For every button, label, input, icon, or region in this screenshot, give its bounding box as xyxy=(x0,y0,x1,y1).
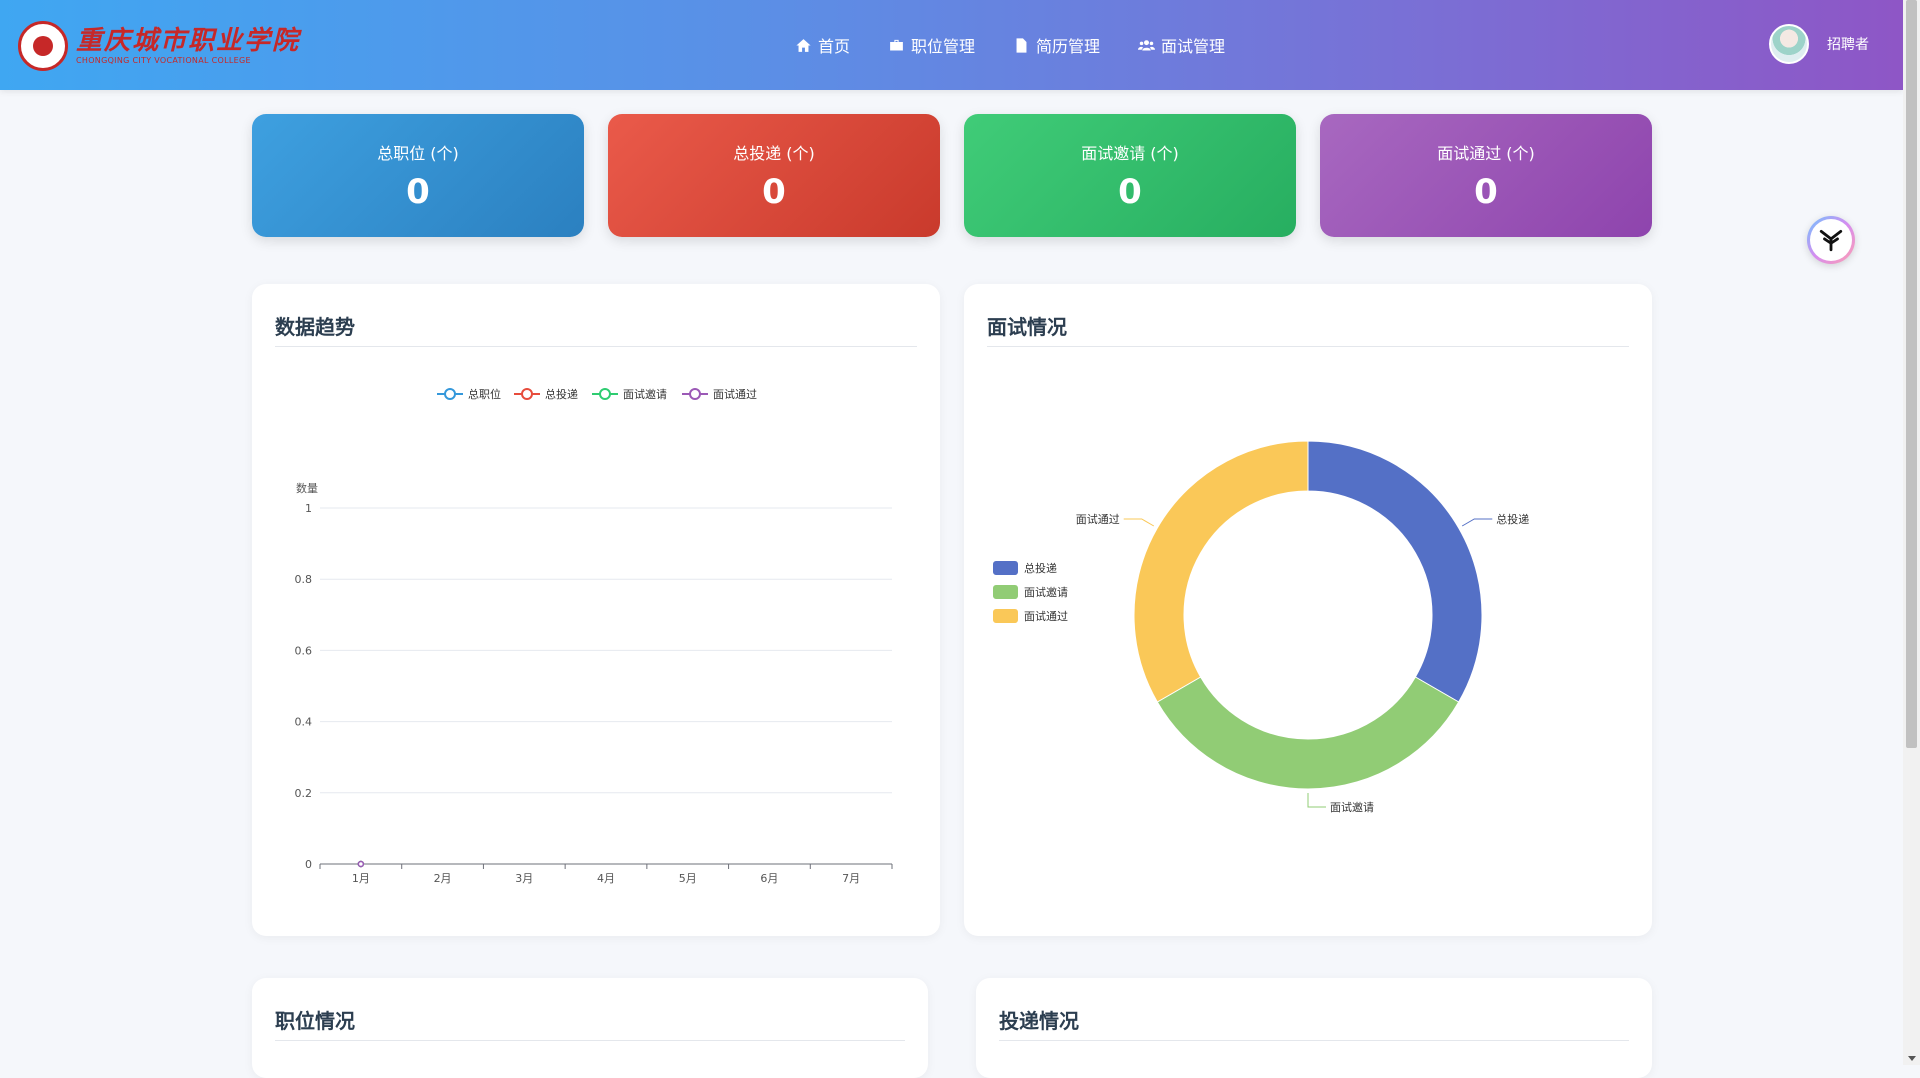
y-axis-label: 数量 xyxy=(296,482,318,495)
x-tick-label: 7月 xyxy=(842,872,860,885)
interview-panel: 面试情况 总投递 面试邀请 面试通过 总投递 面试邀请 面试通过 xyxy=(964,284,1652,936)
panel-title: 职位情况 xyxy=(275,1009,355,1033)
legend-item: 总投递 xyxy=(993,561,1057,575)
stat-value: 0 xyxy=(1474,172,1498,212)
pie-slice xyxy=(1156,676,1460,790)
nav-item-label: 首页 xyxy=(818,37,851,56)
user-menu[interactable]: 招聘者 xyxy=(1769,24,1869,64)
college-logo[interactable]: 重庆城市职业学院 CHONGQING CITY VOCATIONAL COLLE… xyxy=(18,20,300,72)
stat-label: 总职位 (个) xyxy=(377,144,459,163)
label-leader-line xyxy=(1307,793,1326,808)
legend-label: 总职位 xyxy=(468,387,501,401)
legend-item: 面试邀请 xyxy=(592,387,667,401)
legend-label: 总投递 xyxy=(545,387,578,401)
nav-item-jobs[interactable]: 职位管理 xyxy=(888,30,975,60)
y-tick-label: 0.6 xyxy=(295,644,313,657)
panel-title: 面试情况 xyxy=(987,315,1067,339)
panel-title: 投递情况 xyxy=(999,1009,1079,1033)
stat-card-total-jobs: 总职位 (个) 0 xyxy=(252,114,584,237)
pie-slice xyxy=(1307,440,1483,703)
data-point xyxy=(357,860,365,868)
slice-label: 面试通过 xyxy=(1076,513,1120,526)
panel-divider xyxy=(275,346,917,347)
y-tick-label: 0 xyxy=(305,858,312,871)
x-tick-label: 6月 xyxy=(760,872,778,885)
stat-label: 总投递 (个) xyxy=(733,144,815,163)
legend-marker xyxy=(444,388,456,400)
x-tick-label: 1月 xyxy=(352,872,370,885)
legend-label: 面试邀请 xyxy=(623,387,667,401)
nav-item-home[interactable]: 首页 xyxy=(795,30,850,60)
legend-label: 总投递 xyxy=(1024,561,1057,575)
assistant-float-button[interactable] xyxy=(1807,216,1855,264)
legend-marker xyxy=(599,388,611,400)
stat-value: 0 xyxy=(762,172,786,212)
nav-item-resumes[interactable]: 简历管理 xyxy=(1013,30,1100,60)
logo-chinese-name: 重庆城市职业学院 xyxy=(76,26,301,56)
scrollbar-thumb[interactable] xyxy=(1906,0,1917,748)
scroll-down-arrow-icon[interactable] xyxy=(1908,1056,1916,1061)
x-tick-label: 5月 xyxy=(679,872,697,885)
panel-divider xyxy=(999,1040,1629,1041)
legend-swatch xyxy=(993,609,1018,623)
legend-item: 面试通过 xyxy=(682,388,757,401)
users-icon xyxy=(1138,39,1156,50)
y-tick-label: 0.2 xyxy=(295,787,313,800)
application-panel: 投递情况 xyxy=(976,978,1652,1078)
panel-title: 数据趋势 xyxy=(275,315,355,339)
legend-label: 面试邀请 xyxy=(1024,585,1068,599)
stat-label: 面试邀请 (个) xyxy=(1081,144,1179,163)
briefcase-icon xyxy=(890,39,903,50)
home-icon xyxy=(796,38,811,52)
stat-card-total-applications: 总投递 (个) 0 xyxy=(608,114,940,237)
label-leader-line xyxy=(1461,518,1493,527)
logo-english-name: CHONGQING CITY VOCATIONAL COLLEGE xyxy=(76,56,251,65)
interview-donut-chart[interactable]: 总投递面试邀请面试通过总投递面试邀请面试通过 xyxy=(964,364,1652,924)
legend-item: 面试通过 xyxy=(993,609,1068,623)
y-tick-label: 0.8 xyxy=(295,573,313,586)
top-navbar: 重庆城市职业学院 CHONGQING CITY VOCATIONAL COLLE… xyxy=(0,0,1903,90)
legend-item: 总投递 xyxy=(514,387,578,401)
avatar[interactable] xyxy=(1769,24,1809,64)
legend-marker xyxy=(521,388,533,400)
legend-swatch xyxy=(993,585,1018,599)
college-seal-icon xyxy=(18,21,68,71)
stat-value: 0 xyxy=(406,172,430,212)
nav-item-interviews[interactable]: 面试管理 xyxy=(1138,30,1225,60)
nav-item-label: 简历管理 xyxy=(1036,37,1101,56)
user-name: 招聘者 xyxy=(1827,37,1869,53)
panel-divider xyxy=(275,1040,905,1041)
stat-label: 面试通过 (个) xyxy=(1437,144,1535,163)
label-leader-line xyxy=(1123,518,1155,527)
slice-label: 总投递 xyxy=(1496,512,1529,526)
pie-slice xyxy=(1133,440,1309,703)
legend-item: 面试邀请 xyxy=(993,585,1068,599)
x-tick-label: 3月 xyxy=(515,872,533,885)
stat-card-interview-invites: 面试邀请 (个) 0 xyxy=(964,114,1296,237)
document-icon xyxy=(1016,37,1027,53)
legend-label: 面试通过 xyxy=(713,388,757,401)
scrollbar[interactable] xyxy=(1903,0,1920,1065)
stat-value: 0 xyxy=(1118,172,1142,212)
legend-label: 面试通过 xyxy=(1024,610,1068,623)
nav-item-label: 面试管理 xyxy=(1161,37,1226,56)
x-tick-label: 4月 xyxy=(597,872,615,885)
job-panel: 职位情况 xyxy=(252,978,928,1078)
legend-marker xyxy=(689,388,701,400)
slice-label: 面试邀请 xyxy=(1330,800,1374,814)
nav-item-label: 职位管理 xyxy=(911,37,976,56)
panel-divider xyxy=(987,346,1629,347)
trend-panel: 数据趋势 总职位 总投递 面试邀请 面试通过数量 0 0.2 0.4 0.6 0.8 1 1月 2月 3… xyxy=(252,284,940,936)
legend-swatch xyxy=(993,561,1018,575)
assistant-icon xyxy=(1819,229,1843,252)
legend-item: 总职位 xyxy=(437,387,501,401)
y-tick-label: 1 xyxy=(305,502,312,515)
x-tick-label: 2月 xyxy=(434,872,452,885)
stat-card-interview-passed: 面试通过 (个) 0 xyxy=(1320,114,1652,237)
trend-line-chart[interactable]: 总职位 总投递 面试邀请 面试通过数量 0 0.2 0.4 0.6 0.8 1 1月 2月 3月 4月 5月… xyxy=(252,364,940,924)
y-tick-label: 0.4 xyxy=(295,716,313,729)
main-nav: 首页 职位管理 简历管理 面试管理 xyxy=(795,30,1225,60)
